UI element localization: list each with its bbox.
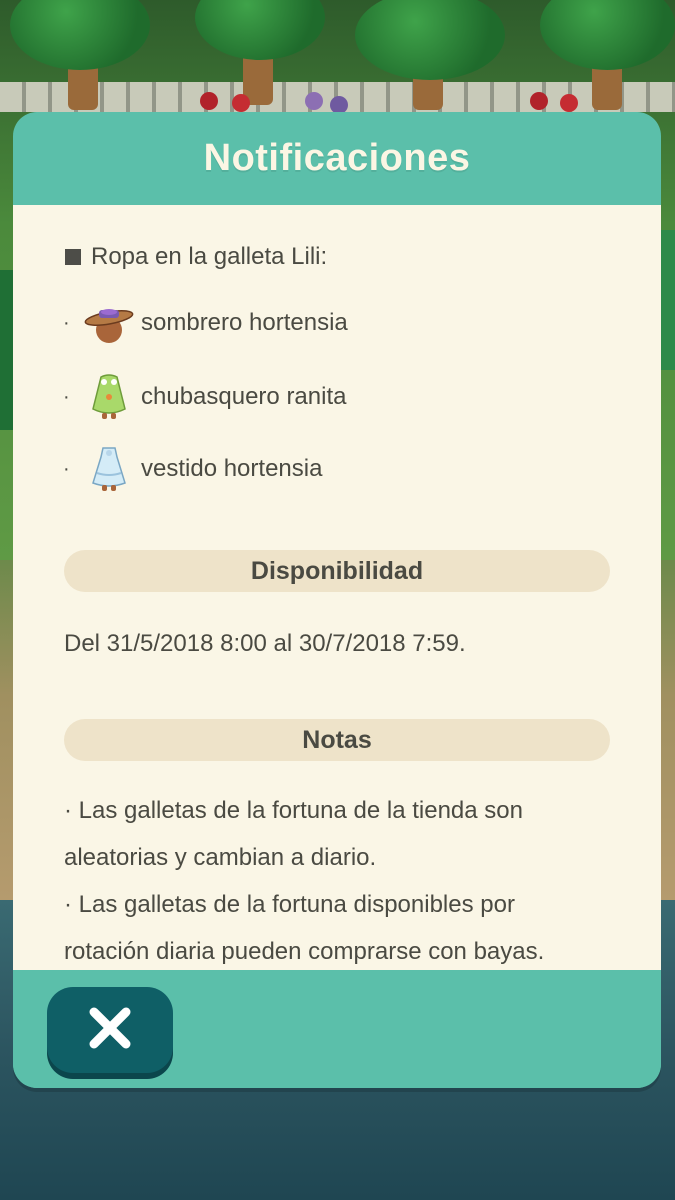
flower — [200, 92, 218, 110]
item-label: sombrero hortensia — [141, 309, 348, 336]
list-item: · vestido hortensia — [63, 444, 322, 494]
notes-line: rotación diaria pueden comprarse con bay… — [64, 938, 545, 965]
tree — [10, 0, 150, 110]
dialog-footer — [13, 970, 661, 1088]
intro-text: Ropa en la galleta Lili: — [91, 243, 328, 270]
tree — [355, 0, 505, 110]
flower — [530, 92, 548, 110]
notes-line: · Las galletas de la fortuna disponibles… — [64, 891, 515, 918]
flower — [560, 94, 578, 112]
list-item: · sombrero hortensia — [63, 298, 348, 348]
item-bullet: · — [63, 385, 70, 408]
tree — [540, 0, 675, 110]
square-bullet-icon — [65, 249, 81, 265]
intro-line: Ropa en la galleta Lili: — [65, 243, 327, 271]
list-item: · chubasquero ranita — [63, 372, 346, 422]
dialog-title: Notificaciones — [203, 137, 471, 179]
notification-dialog: Notificaciones Ropa en la galleta Lili: … — [13, 112, 661, 1088]
dialog-content[interactable]: Ropa en la galleta Lili: · sombrero hort… — [13, 205, 661, 970]
notes-heading: Notas — [64, 719, 610, 761]
notes-line: aleatorias y cambian a diario. — [64, 844, 377, 871]
availability-heading: Disponibilidad — [64, 550, 610, 592]
item-bullet: · — [63, 311, 70, 334]
item-label: chubasquero ranita — [141, 383, 347, 410]
plant — [661, 230, 675, 370]
close-button[interactable] — [47, 987, 173, 1073]
item-label: vestido hortensia — [141, 455, 323, 482]
raincoat-icon — [83, 372, 135, 422]
flower — [305, 92, 323, 110]
close-icon — [86, 1004, 134, 1057]
item-bullet: · — [63, 457, 70, 480]
plant — [0, 270, 14, 430]
notes-line: · Las galletas de la fortuna de la tiend… — [64, 797, 523, 824]
hat-icon — [83, 298, 135, 348]
dress-icon — [83, 444, 135, 494]
flower — [232, 94, 250, 112]
availability-text: Del 31/5/2018 8:00 al 30/7/2018 7:59. — [64, 630, 466, 657]
